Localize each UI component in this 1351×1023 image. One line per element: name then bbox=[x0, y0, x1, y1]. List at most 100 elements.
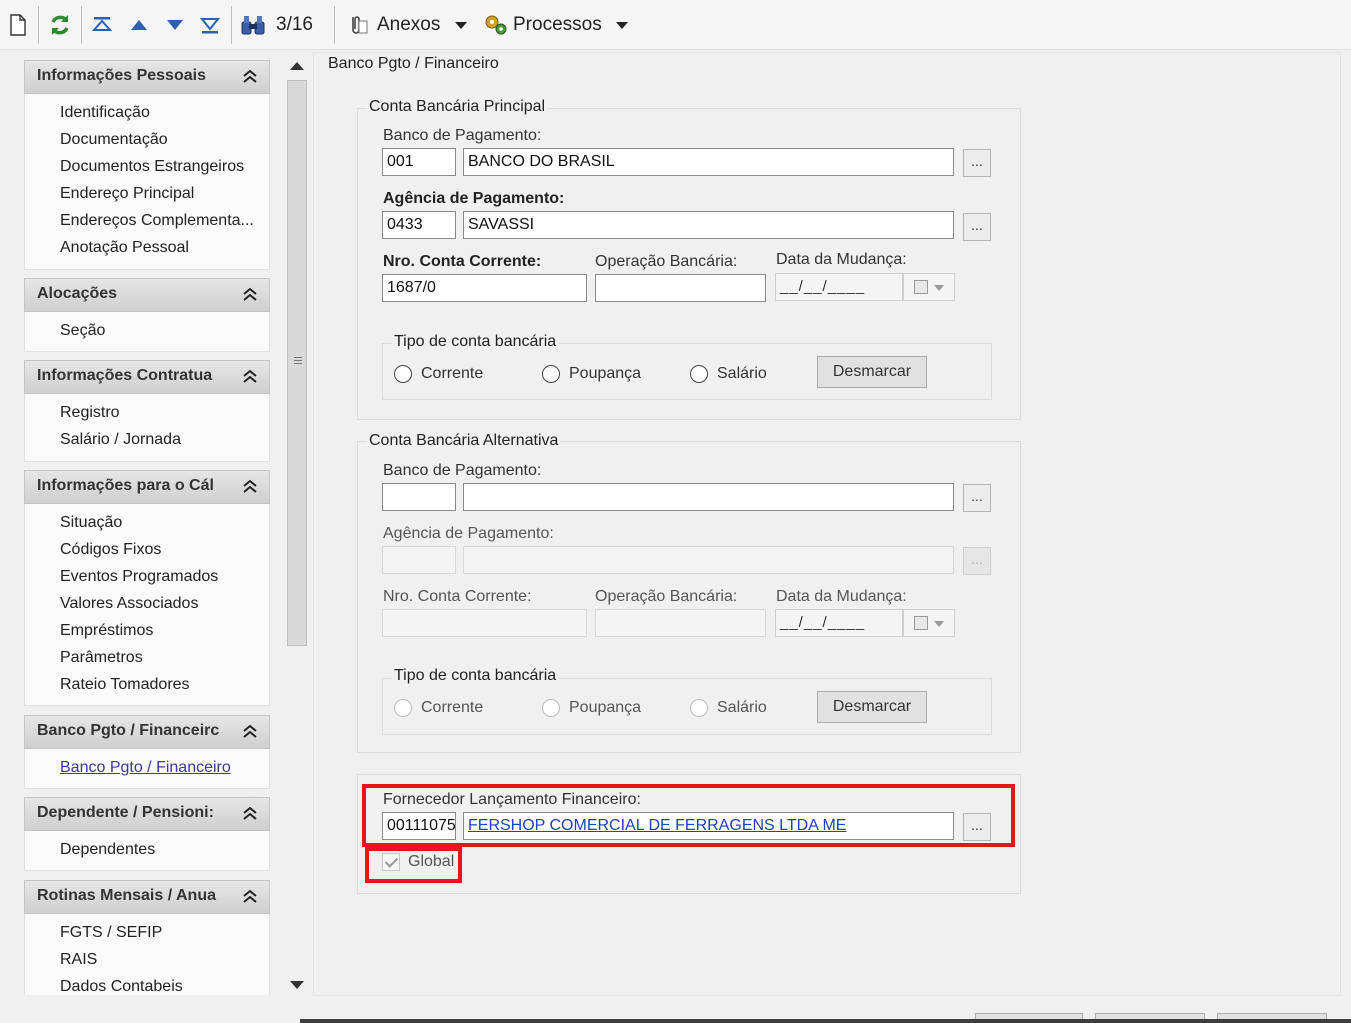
radio-label: Corrente bbox=[421, 699, 484, 716]
collapse-up-icon[interactable] bbox=[239, 283, 261, 307]
alt-operation-field bbox=[595, 609, 766, 637]
collapse-up-icon[interactable] bbox=[239, 65, 261, 89]
calendar-button[interactable] bbox=[903, 273, 955, 301]
alt-agency-name-field bbox=[463, 546, 954, 574]
sidebar-section-title: Alocações bbox=[37, 285, 118, 302]
sidebar-item-valores-associados[interactable]: Valores Associados bbox=[60, 595, 260, 613]
sidebar-item-codigos-fixos[interactable]: Códigos Fixos bbox=[60, 541, 260, 559]
alt-account-label: Nro. Conta Corrente: bbox=[383, 588, 532, 605]
bank-code-field[interactable]: 001 bbox=[382, 148, 456, 176]
sidebar-section-header-banco-pgto[interactable]: Banco Pgto / Financeirc bbox=[24, 715, 270, 749]
page-title: Banco Pgto / Financeiro bbox=[326, 55, 501, 73]
operation-label: Operação Bancária: bbox=[595, 253, 738, 270]
account-number-field[interactable]: 1687/0 bbox=[382, 274, 587, 302]
collapse-up-icon[interactable] bbox=[239, 720, 261, 744]
sidebar-item-secao[interactable]: Seção bbox=[60, 322, 260, 340]
sidebar-section-header-calculo[interactable]: Informações para o Cál bbox=[24, 470, 270, 504]
sidebar-section-body: Situação Códigos Fixos Eventos Programad… bbox=[24, 504, 270, 706]
grip-line bbox=[294, 363, 302, 364]
sidebar-section-header-rotinas[interactable]: Rotinas Mensais / Anua bbox=[24, 880, 270, 914]
next-record-icon[interactable] bbox=[163, 10, 187, 40]
sidebar-section-title: Rotinas Mensais / Anua bbox=[37, 887, 216, 904]
alt-agency-label: Agência de Pagamento: bbox=[383, 525, 554, 542]
alt-bank-name-field[interactable] bbox=[463, 483, 954, 511]
scroll-down-icon[interactable] bbox=[290, 981, 304, 989]
sidebar-scrollbar[interactable] bbox=[285, 52, 309, 997]
radio-label: Poupança bbox=[569, 365, 642, 382]
collapse-up-icon[interactable] bbox=[239, 885, 261, 909]
sidebar-section-title: Banco Pgto / Financeirc bbox=[37, 722, 220, 739]
sidebar-item-registro[interactable]: Registro bbox=[60, 404, 260, 422]
first-record-icon[interactable] bbox=[90, 10, 114, 40]
sidebar-item-dependentes[interactable]: Dependentes bbox=[60, 841, 260, 859]
scroll-up-icon[interactable] bbox=[290, 62, 304, 70]
collapse-up-icon[interactable] bbox=[239, 802, 261, 826]
sidebar-item-anotacao-pessoal[interactable]: Anotação Pessoal bbox=[60, 239, 260, 257]
toolbar-separator bbox=[334, 6, 335, 44]
operation-field[interactable] bbox=[595, 274, 766, 302]
radio-salario[interactable]: Salário bbox=[690, 365, 767, 383]
sidebar-item-rateio-tomadores[interactable]: Rateio Tomadores bbox=[60, 676, 260, 694]
sidebar-item-emprestimos[interactable]: Empréstimos bbox=[60, 622, 260, 640]
grip-line bbox=[294, 357, 302, 358]
sidebar-item-banco-pgto-financeiro[interactable]: Banco Pgto / Financeiro bbox=[60, 759, 260, 777]
sidebar-item-salario-jornada[interactable]: Salário / Jornada bbox=[60, 431, 260, 449]
alt-clear-selection-button[interactable]: Desmarcar bbox=[817, 691, 927, 723]
clear-selection-button[interactable]: Desmarcar bbox=[817, 356, 927, 388]
calendar-button bbox=[903, 609, 955, 637]
sidebar-item-identificacao[interactable]: Identificação bbox=[60, 104, 260, 122]
attachments-menu-button[interactable]: Anexos bbox=[345, 10, 477, 40]
refresh-icon[interactable] bbox=[46, 10, 74, 40]
account-label: Nro. Conta Corrente: bbox=[383, 253, 542, 270]
radio-label: Corrente bbox=[421, 365, 484, 382]
sidebar-section-body: FGTS / SEFIP RAIS Dados Contabeis bbox=[24, 914, 270, 995]
sidebar-item-rais[interactable]: RAIS bbox=[60, 951, 260, 969]
grip-line bbox=[294, 360, 302, 361]
sidebar-item-eventos-programados[interactable]: Eventos Programados bbox=[60, 568, 260, 586]
sidebar-section-header-alocacoes[interactable]: Alocações bbox=[24, 278, 270, 312]
radio-circle bbox=[394, 699, 412, 717]
sidebar-item-enderecos-complementares[interactable]: Endereços Complementa... bbox=[60, 212, 260, 230]
sidebar-section-title: Dependente / Pensioni: bbox=[37, 804, 214, 821]
radio-corrente[interactable]: Corrente bbox=[394, 365, 483, 383]
global-highlight-box bbox=[365, 847, 462, 883]
sidebar-item-dados-contabeis[interactable]: Dados Contabeis bbox=[60, 978, 260, 995]
alt-agency-code-field bbox=[382, 546, 456, 574]
alt-radio-corrente: Corrente bbox=[394, 699, 483, 717]
bank-lookup-button[interactable]: ... bbox=[963, 149, 991, 177]
agency-name-field[interactable]: SAVASSI bbox=[463, 211, 954, 239]
alt-radio-poupanca: Poupança bbox=[542, 699, 641, 717]
scrollbar-thumb[interactable] bbox=[287, 80, 307, 646]
change-date-picker[interactable]: __/__/____ bbox=[775, 273, 955, 301]
alt-bank-lookup-button[interactable]: ... bbox=[963, 484, 991, 512]
sidebar-item-endereco-principal[interactable]: Endereço Principal bbox=[60, 185, 260, 203]
alt-change-date-field: __/__/____ bbox=[775, 609, 903, 637]
processes-menu-button[interactable]: Processos bbox=[483, 10, 633, 40]
sidebar-section-header-personal-info[interactable]: Informações Pessoais bbox=[24, 60, 270, 94]
toolbar: 3/16 Anexos Processos bbox=[0, 0, 1351, 50]
agency-lookup-button[interactable]: ... bbox=[963, 213, 991, 241]
sidebar-item-documentacao[interactable]: Documentação bbox=[60, 131, 260, 149]
radio-poupanca[interactable]: Poupança bbox=[542, 365, 641, 383]
bank-name-field[interactable]: BANCO DO BRASIL bbox=[463, 148, 954, 176]
chevron-down-icon bbox=[934, 621, 944, 627]
collapse-up-icon[interactable] bbox=[239, 475, 261, 499]
sidebar-item-parametros[interactable]: Parâmetros bbox=[60, 649, 260, 667]
agency-code-field[interactable]: 0433 bbox=[382, 211, 456, 239]
last-record-icon[interactable] bbox=[198, 10, 222, 40]
previous-record-icon[interactable] bbox=[127, 10, 151, 40]
new-document-icon[interactable] bbox=[6, 10, 30, 40]
sidebar-item-fgts-sefip[interactable]: FGTS / SEFIP bbox=[60, 924, 260, 942]
change-date-field[interactable]: __/__/____ bbox=[775, 273, 903, 301]
change-date-label: Data da Mudança: bbox=[776, 251, 907, 268]
sidebar-section-title: Informações para o Cál bbox=[37, 477, 214, 494]
sidebar-section-header-dependente[interactable]: Dependente / Pensioni: bbox=[24, 797, 270, 831]
sidebar-item-situacao[interactable]: Situação bbox=[60, 514, 260, 532]
collapse-up-icon[interactable] bbox=[239, 365, 261, 389]
sidebar-item-documentos-estrangeiros[interactable]: Documentos Estrangeiros bbox=[60, 158, 260, 176]
alt-change-date-label: Data da Mudança: bbox=[776, 588, 907, 605]
binoculars-search-icon[interactable] bbox=[239, 10, 267, 40]
sidebar-section-header-contratuais[interactable]: Informações Contratua bbox=[24, 360, 270, 394]
alt-bank-code-field[interactable] bbox=[382, 483, 456, 511]
paperclip-icon bbox=[345, 13, 371, 37]
